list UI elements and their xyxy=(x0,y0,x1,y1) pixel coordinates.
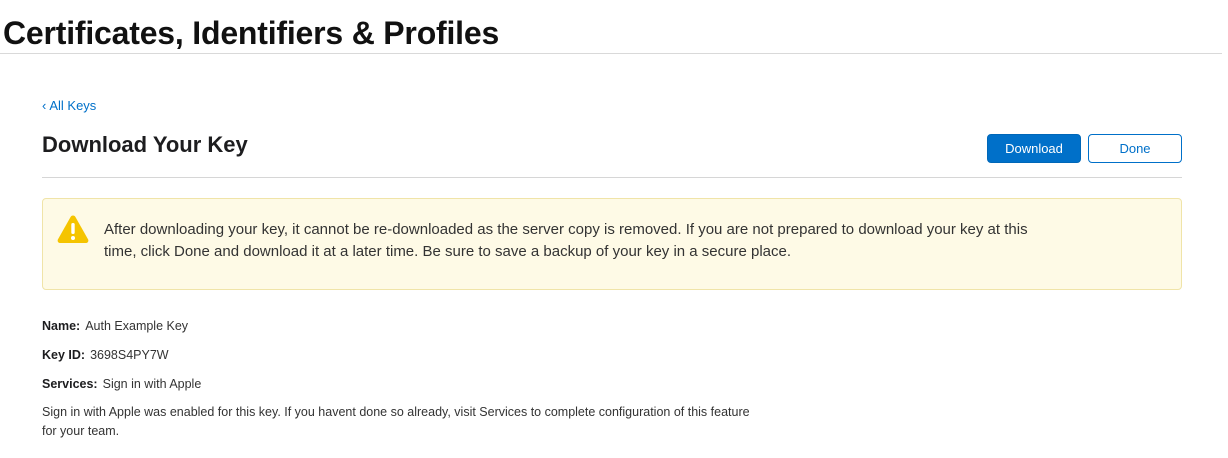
app-header: Certificates, Identifiers & Profiles xyxy=(0,0,1222,54)
key-services-label: Services: xyxy=(42,377,98,391)
key-name-value: Auth Example Key xyxy=(85,319,189,333)
key-services-row: Services: Sign in with Apple xyxy=(42,376,201,392)
key-services-value: Sign in with Apple xyxy=(102,377,202,391)
chevron-left-icon: ‹ xyxy=(42,98,47,113)
key-id-label: Key ID: xyxy=(42,348,86,362)
warning-banner: After downloading your key, it cannot be… xyxy=(42,198,1182,290)
warning-triangle-icon xyxy=(57,215,89,243)
warning-text: After downloading your key, it cannot be… xyxy=(104,221,1028,260)
key-id-value: 3698S4PY7W xyxy=(90,348,169,362)
download-button[interactable]: Download xyxy=(987,134,1081,163)
key-name-row: Name: Auth Example Key xyxy=(42,318,188,334)
done-button[interactable]: Done xyxy=(1088,134,1182,163)
key-name-label: Name: xyxy=(42,319,81,333)
app-title: Certificates, Identifiers & Profiles xyxy=(3,15,500,51)
page: Certificates, Identifiers & Profiles ‹ Al… xyxy=(0,0,1228,458)
page-title: Download Your Key xyxy=(42,132,248,157)
services-note: Sign in with Apple was enabled for this … xyxy=(42,405,750,438)
key-id-row: Key ID: 3698S4PY7W xyxy=(42,347,169,363)
all-keys-back-link[interactable]: ‹ All Keys xyxy=(42,98,96,114)
back-link-label: All Keys xyxy=(49,98,97,113)
section-divider xyxy=(42,177,1182,178)
